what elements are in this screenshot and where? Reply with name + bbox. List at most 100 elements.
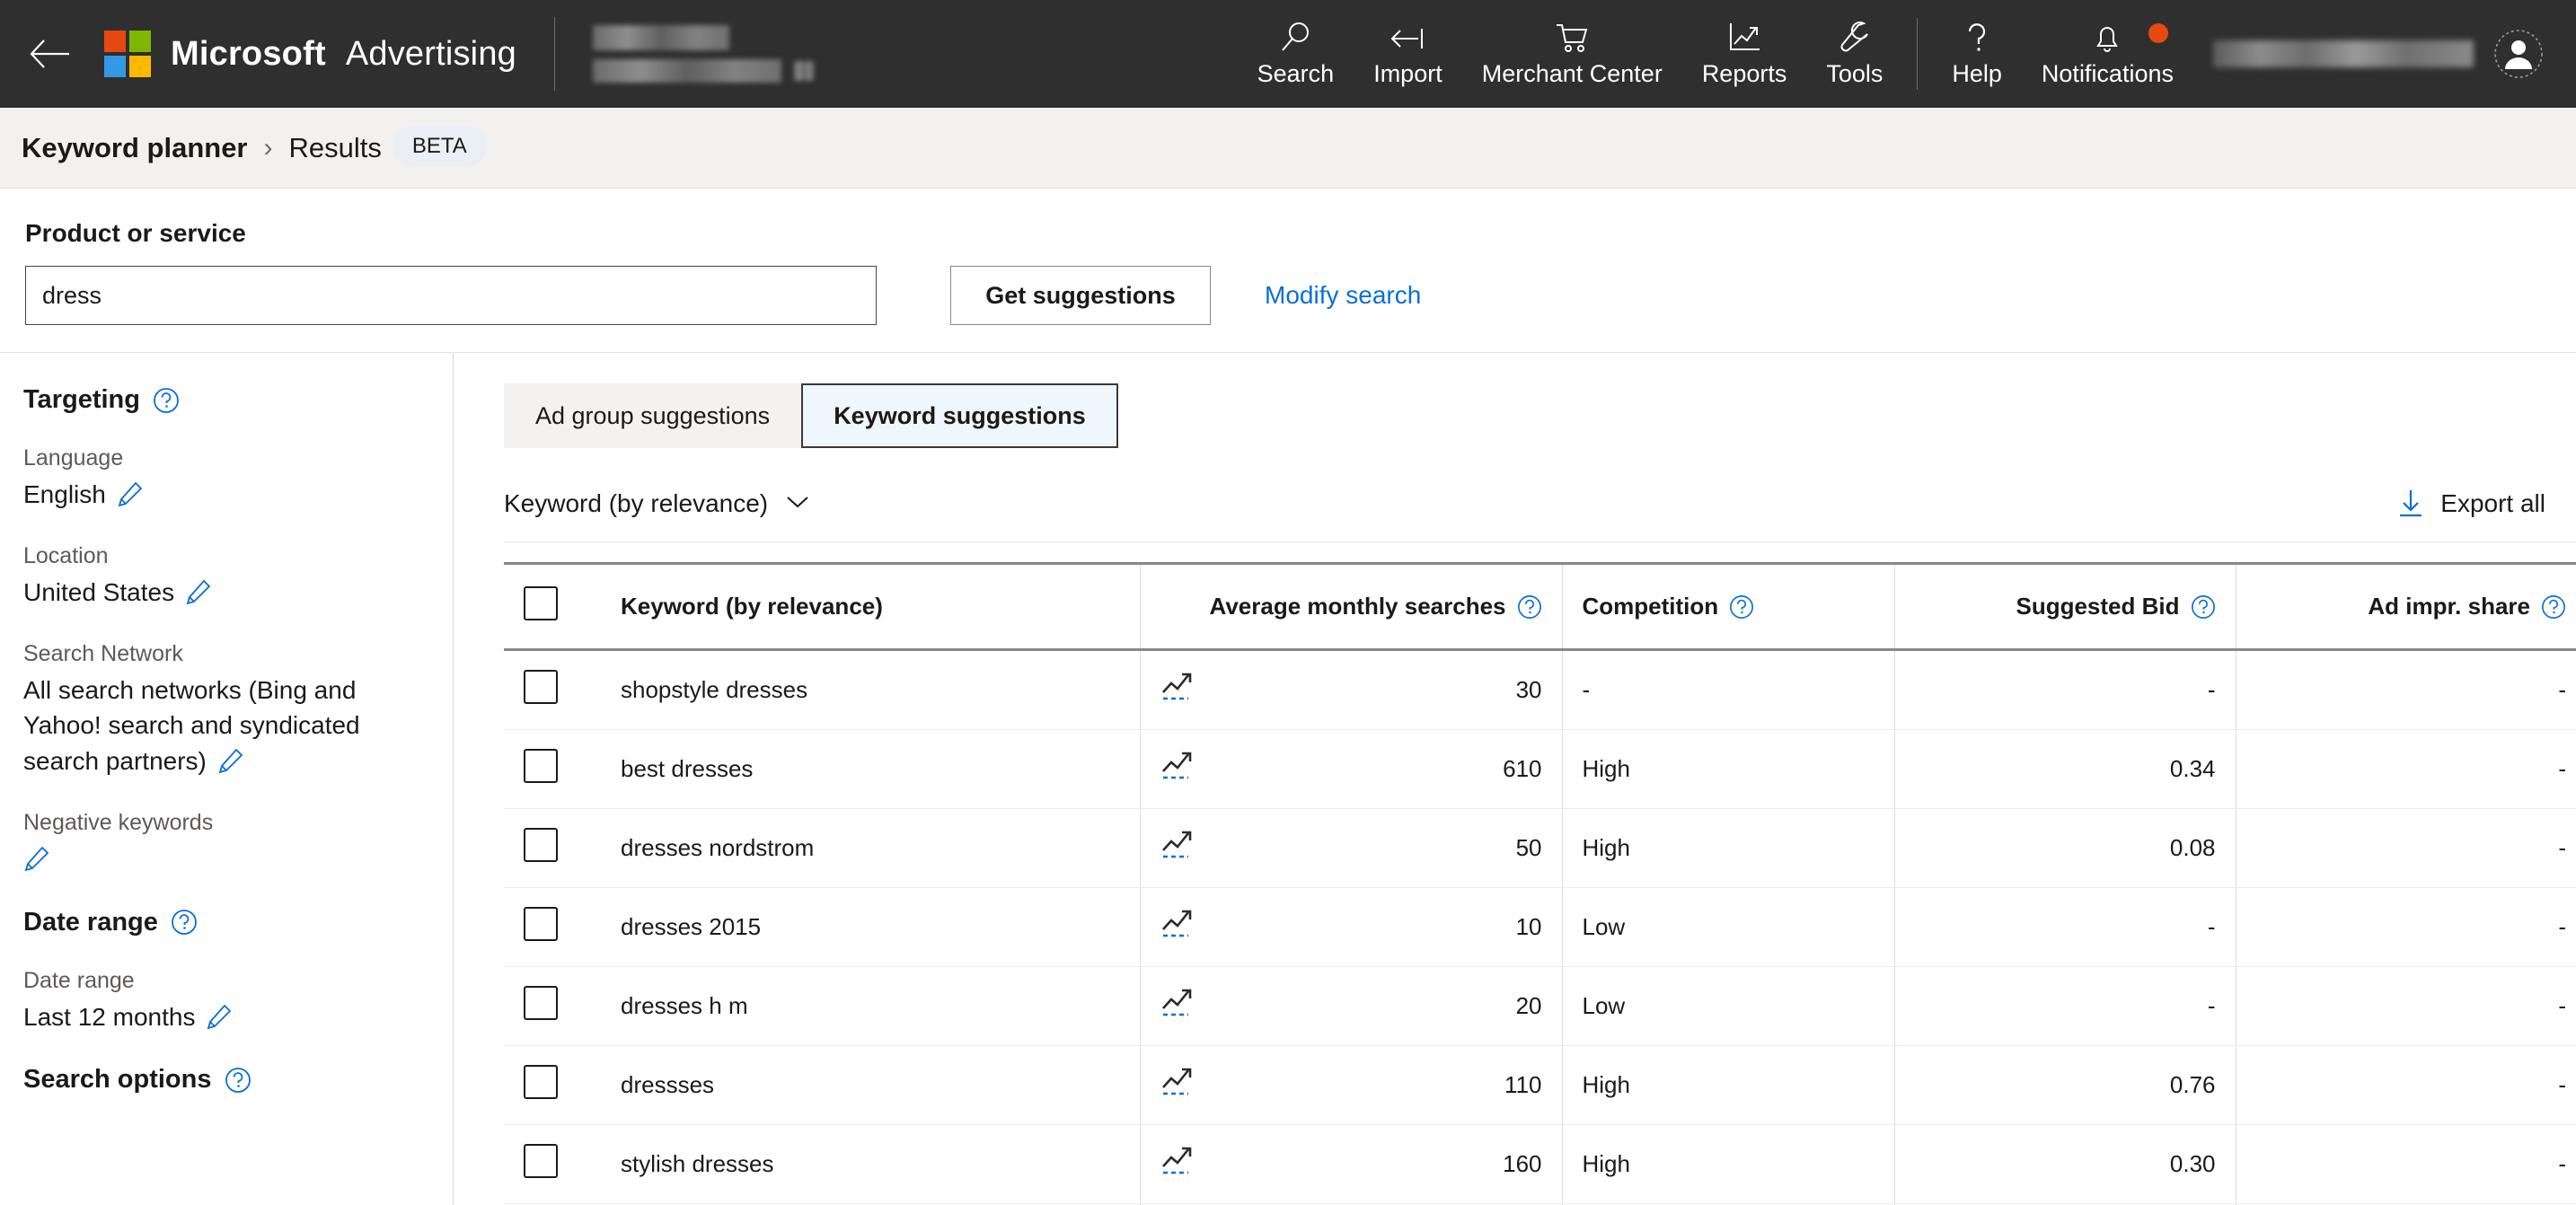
cell-ad-impr-share: - <box>2236 1125 2576 1204</box>
filters-sidebar: Targeting Language English Location Unit… <box>0 353 454 1205</box>
avg-value: 160 <box>1503 1150 1541 1178</box>
cell-keyword: best dresses <box>601 730 1140 809</box>
table-row[interactable]: dressses110High0.76- <box>504 1046 2576 1125</box>
cell-average-monthly-searches: 30 <box>1140 650 1562 730</box>
brand-microsoft-text: Microsoft <box>171 35 326 74</box>
nav-item-notifications[interactable]: Notifications <box>2022 0 2193 108</box>
competition-value: High <box>1583 1150 1630 1177</box>
person-avatar-icon <box>2493 29 2544 79</box>
language-value: English <box>23 480 106 508</box>
results-panel: Ad group suggestions Keyword suggestions… <box>454 353 2576 1205</box>
tab-keyword-suggestions[interactable]: Keyword suggestions <box>801 383 1118 448</box>
row-checkbox-cell <box>504 1046 601 1125</box>
location-edit-pencil-icon[interactable] <box>185 578 212 610</box>
date-range-edit-pencil-icon[interactable] <box>206 1003 233 1034</box>
search-icon <box>1277 20 1313 56</box>
th-keyword[interactable]: Keyword (by relevance) <box>601 564 1140 650</box>
avg-value: 10 <box>1516 913 1542 941</box>
select-all-checkbox[interactable] <box>524 586 558 620</box>
th-average-monthly-searches[interactable]: Average monthly searches <box>1140 564 1562 650</box>
get-suggestions-button[interactable]: Get suggestions <box>950 266 1211 325</box>
th-competition[interactable]: Competition <box>1562 564 1894 650</box>
brand-logo[interactable]: Microsoft Advertising <box>99 31 516 77</box>
chevron-down-icon[interactable] <box>784 493 811 515</box>
table-row[interactable]: dresses nordstrom50High0.08- <box>504 809 2576 888</box>
location-value: United States <box>23 578 174 606</box>
targeting-help-icon[interactable] <box>153 387 180 414</box>
row-checkbox[interactable] <box>524 828 558 862</box>
th-suggested-bid[interactable]: Suggested Bid <box>1894 564 2236 650</box>
row-checkbox[interactable] <box>524 749 558 783</box>
ad-impr-share-help-icon[interactable] <box>2541 594 2566 620</box>
tab-ad-group-suggestions[interactable]: Ad group suggestions <box>504 383 801 448</box>
cell-competition: Low <box>1562 888 1894 967</box>
row-checkbox[interactable] <box>524 1144 558 1178</box>
row-checkbox[interactable] <box>524 986 558 1020</box>
ad-impr-share-value: - <box>2558 1071 2566 1098</box>
competition-value: Low <box>1583 913 1626 940</box>
avg-value: 610 <box>1503 755 1541 783</box>
ad-impr-share-value: - <box>2558 913 2566 940</box>
product-service-input[interactable] <box>25 266 877 325</box>
bell-icon <box>2089 20 2125 56</box>
export-all-button[interactable]: Export all <box>2395 488 2545 520</box>
row-checkbox[interactable] <box>524 1065 558 1099</box>
targeting-heading: Targeting <box>23 385 428 415</box>
trend-chart-button[interactable] <box>1160 906 1196 948</box>
search-options-help-icon[interactable] <box>225 1067 251 1094</box>
trend-chart-button[interactable] <box>1160 827 1196 869</box>
ad-impr-share-value: - <box>2558 1150 2566 1177</box>
nav-label-notifications: Notifications <box>2042 60 2174 88</box>
trend-chart-icon <box>1160 748 1196 784</box>
nav-label-search: Search <box>1257 60 1335 88</box>
sidebar-field-language: Language English <box>23 445 428 513</box>
trend-chart-button[interactable] <box>1160 748 1196 790</box>
negative-keywords-edit-pencil-icon[interactable] <box>23 845 50 876</box>
suggestion-tabs: Ad group suggestions Keyword suggestions <box>504 383 2576 448</box>
avatar[interactable] <box>2493 29 2544 79</box>
back-button[interactable] <box>0 0 99 108</box>
table-row[interactable]: dresses h m20Low-- <box>504 967 2576 1046</box>
cell-keyword: dresses h m <box>601 967 1140 1046</box>
nav-item-tools[interactable]: Tools <box>1806 0 1902 108</box>
table-row[interactable]: dresses 201510Low-- <box>504 888 2576 967</box>
row-checkbox-cell <box>504 650 601 730</box>
nav-item-merchant-center[interactable]: Merchant Center <box>1462 0 1682 108</box>
competition-value: High <box>1583 834 1630 861</box>
trend-chart-button[interactable] <box>1160 669 1196 711</box>
date-range-value: Last 12 months <box>23 1003 195 1031</box>
table-row[interactable]: stylish dresses160High0.30- <box>504 1125 2576 1204</box>
avg-monthly-searches-help-icon[interactable] <box>1517 594 1542 620</box>
table-row[interactable]: shopstyle dresses30--- <box>504 650 2576 730</box>
competition-help-icon[interactable] <box>1729 594 1754 620</box>
breadcrumb-root[interactable]: Keyword planner <box>22 132 248 164</box>
user-email-redacted <box>2213 40 2474 67</box>
nav-item-import[interactable]: Import <box>1354 0 1462 108</box>
suggested-bid-help-icon[interactable] <box>2191 594 2216 620</box>
row-checkbox[interactable] <box>524 670 558 704</box>
trend-chart-button[interactable] <box>1160 1064 1196 1106</box>
nav-item-help[interactable]: Help <box>1932 0 2022 108</box>
cell-average-monthly-searches: 20 <box>1140 967 1562 1046</box>
date-range-heading-label: Date range <box>23 908 158 937</box>
sort-dropdown-label[interactable]: Keyword (by relevance) <box>504 489 768 518</box>
th-ad-impr-share[interactable]: Ad impr. share <box>2236 564 2576 650</box>
trend-chart-button[interactable] <box>1160 985 1196 1027</box>
breadcrumb: Keyword planner › Results BETA <box>0 108 2576 189</box>
sidebar-field-location: Location United States <box>23 543 428 611</box>
content-area: Targeting Language English Location Unit… <box>0 352 2576 1205</box>
search-network-edit-pencil-icon[interactable] <box>217 747 244 778</box>
cell-competition: - <box>1562 650 1894 730</box>
nav-item-reports[interactable]: Reports <box>1682 0 1807 108</box>
cell-ad-impr-share: - <box>2236 730 2576 809</box>
nav-label-help: Help <box>1952 60 2002 88</box>
modify-search-link[interactable]: Modify search <box>1265 281 1421 310</box>
trend-chart-button[interactable] <box>1160 1143 1196 1185</box>
breadcrumb-current: Results <box>289 132 382 164</box>
date-range-help-icon[interactable] <box>171 909 198 936</box>
language-edit-pencil-icon[interactable] <box>117 480 144 512</box>
nav-item-search[interactable]: Search <box>1238 0 1354 108</box>
cell-average-monthly-searches: 50 <box>1140 809 1562 888</box>
table-row[interactable]: best dresses610High0.34- <box>504 730 2576 809</box>
row-checkbox[interactable] <box>524 907 558 941</box>
